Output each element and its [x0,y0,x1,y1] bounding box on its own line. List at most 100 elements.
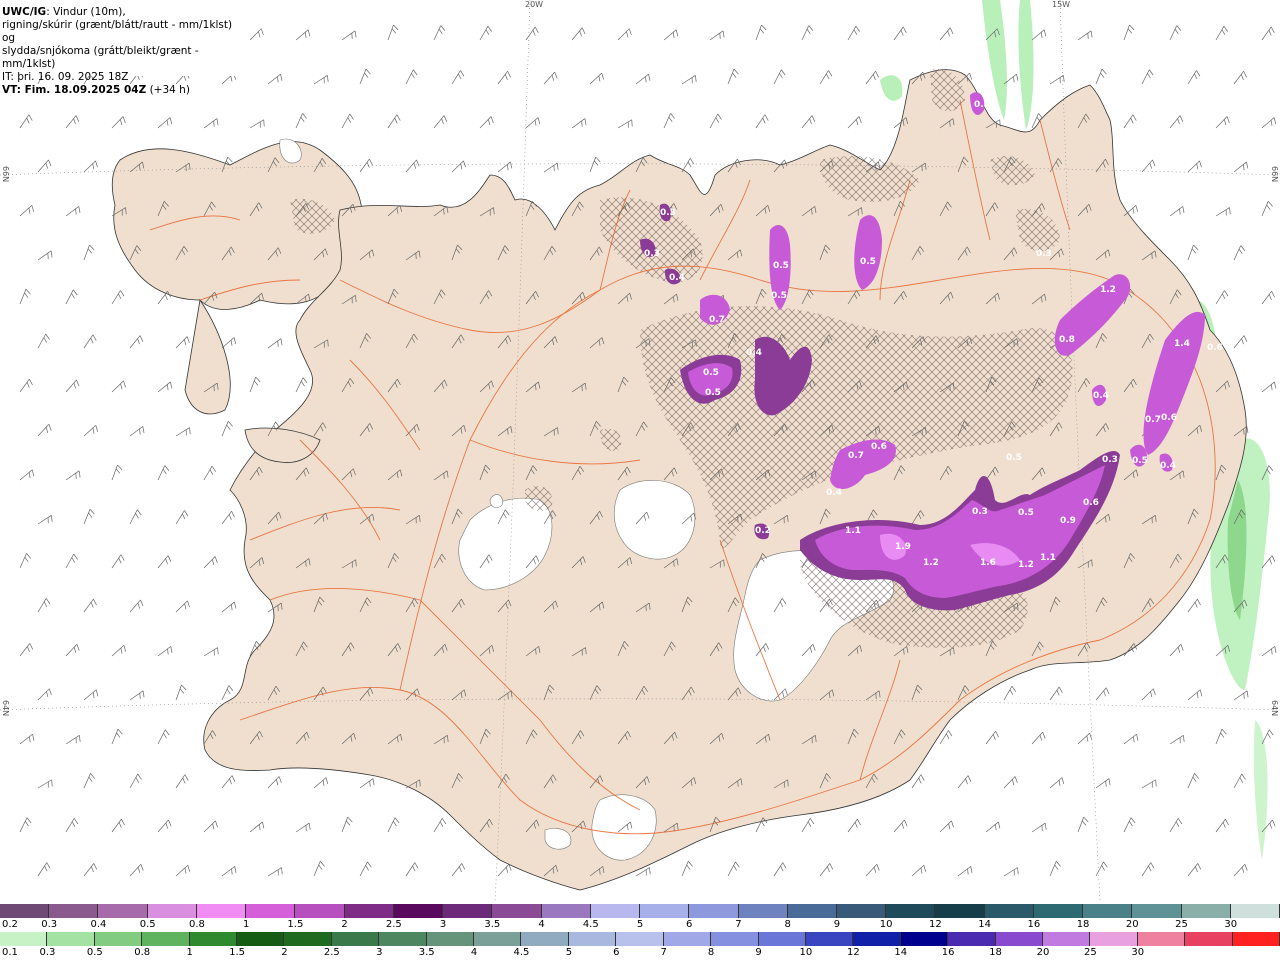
colorbar-swatch [521,932,569,946]
rain-colorbar [0,932,1280,946]
colorbar-tick-label: 12 [846,947,860,958]
colorbar-tick-label: 5 [565,947,573,958]
precip-label: 1.2 [1100,285,1116,295]
colorbar-swatch [246,904,296,918]
precip-label: 0.5 [974,100,990,110]
colorbar-swatch [344,904,394,918]
weather-map: 0.5 0.3 0.4 0.3 0.5 0.5 0.3 1.2 0.7 0.4 … [0,0,1280,902]
precip-label: 0.7 [709,315,725,325]
colorbar-swatch [900,932,949,946]
precip-label: 1.4 [1174,339,1190,349]
colorbar-tick-label: 14 [978,919,991,930]
colorbar-swatch [0,932,48,946]
colorbar-swatch [689,904,739,918]
colorbar-tick-label: 1.5 [287,919,304,930]
precip-label: 1.6 [980,558,996,568]
colorbar-tick-label: 0.5 [139,919,156,930]
colorbar-tick-label: 0.1 [2,947,18,958]
precip-label: 0.8 [1059,335,1075,345]
precip-label: 0.6 [1161,413,1177,423]
lon-label-20w: 20W [525,0,544,9]
colorbar-tick-label: 0.3 [41,919,58,930]
precip-label: 1.1 [1040,553,1056,563]
colorbar-tick-label: 0.5 [86,947,103,958]
colorbar-tick-label: 3.5 [418,947,435,958]
colorbar-swatch [1230,904,1280,918]
colorbar-swatch [98,904,148,918]
precip-label: 0.5 [703,368,719,378]
precip-label: 0.4 [669,273,685,283]
colorbar-swatch [443,904,493,918]
colorbar-tick-label: 4.5 [582,919,599,930]
colorbar-swatch [935,904,985,918]
snow-colorbar-ticks: 0.2 0.3 0.4 0.5 0.8 1 1.5 2 2.5 3 3.5 4 4.5 5 6 7 8 9 10 12… [0,919,1280,931]
colorbar-tick-label: 7 [660,947,667,958]
map-header: UWC/IG: Vindur (10m), rigning/skúrir (gr… [0,0,240,96]
precip-label: 0.5 [771,291,787,301]
colorbar-tick-label: 2.5 [385,919,402,930]
colorbar-swatch [284,932,332,946]
colorbar-tick-label: 2.5 [323,947,340,958]
precip-label: 0.5 [1018,508,1034,518]
precip-label: 0.5 [1006,453,1022,463]
colorbar-tick-label: 18 [989,947,1002,958]
rain-colorbar-ticks: 0.1 0.3 0.5 0.8 1 1.5 2 2.5 3 3.5 4 4.5 5 6 7 8 9 10 12 14 1… [0,947,1280,959]
precip-label: 1.1 [845,526,861,536]
lat-label-66n-left: 66N [1,166,10,183]
lat-label-66n-right: 66N [1270,166,1279,183]
colorbar-tick-label: 0.2 [2,919,18,930]
colorbar-tick-label: 6 [686,919,693,930]
colorbar-swatch [1185,932,1233,946]
colorbar-swatch [640,904,690,918]
colorbar-swatch [1090,932,1138,946]
colorbar-swatch [474,932,522,946]
model-name: UWC/IG [2,6,47,18]
colorbar-tick-label: 9 [833,919,841,930]
valid-time-line: VT: Fim. 18.09.2025 04Z (+34 h) [2,84,240,97]
colorbar-swatch [295,904,345,918]
colorbar-tick-label: 5 [636,919,644,930]
colorbar-tick-label: 7 [735,919,742,930]
colorbar-tick-label: 0.8 [188,919,205,930]
precip-label: 0.5 [1132,456,1148,466]
colorbar-tick-label: 3.5 [484,919,501,930]
precip-label: 0.7 [848,451,864,461]
colorbar-swatch [805,932,854,946]
colorbar-tick-label: 20 [1036,947,1050,958]
precip-label: 0.4 [1093,391,1109,401]
colorbar-swatch [616,932,664,946]
colorbar-swatch [196,904,247,918]
precip-label: 0.4 [1160,461,1176,471]
colorbar-swatch [47,932,95,946]
colorbar-tick-label: 6 [613,947,620,958]
colorbar-swatch [738,904,788,918]
colorbar-swatch [568,932,617,946]
colorbar-swatch [1083,904,1133,918]
precip-label: 0.4 [826,488,842,498]
colorbar-swatch [1033,904,1084,918]
colorbar-tick-label: 30 [1131,947,1145,958]
lon-label-15w: 15W [1052,0,1071,9]
colorbar-swatch [541,904,591,918]
colorbar-tick-label: 1 [186,947,193,958]
snow-colorbar [0,904,1280,918]
precip-label: 0.3 [1036,249,1052,259]
colorbar-swatch [1132,904,1182,918]
lat-label-64n-left: 64N [1,700,10,717]
colorbar-tick-label: 14 [894,947,908,958]
colorbar-tick-label: 30 [1224,919,1238,930]
lead-time: (+34 h) [149,84,190,96]
colorbar-tick-label: 9 [755,947,762,958]
precip-label: 0.3 [660,208,676,218]
colorbar-swatch [758,932,806,946]
header-line-2: rigning/skúrir (grænt/blátt/rautt - mm/1… [2,19,233,44]
precip-label: 0.6 [1207,343,1223,353]
colorbar-swatch [836,904,887,918]
colorbar-tick-label: 8 [707,947,715,958]
precip-label: 0.4 [746,348,762,358]
colorbar-tick-label: 3 [376,947,383,958]
colorbar-swatch [995,932,1043,946]
colorbar-swatch [853,932,901,946]
colorbar-swatch [142,932,190,946]
colorbar-tick-label: 0.3 [39,947,56,958]
